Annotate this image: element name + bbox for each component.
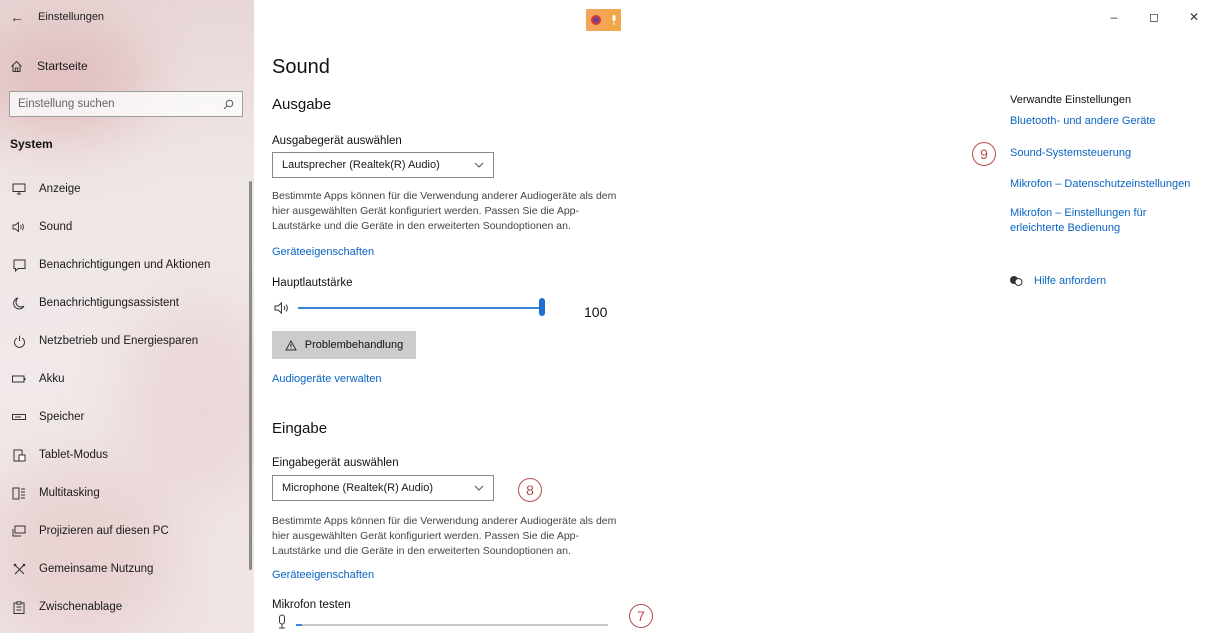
input-device-value: Microphone (Realtek(R) Audio)	[282, 482, 434, 494]
extension-icons	[586, 9, 621, 31]
sidebar-item-label: Sound	[39, 221, 73, 233]
sidebar-home[interactable]: Startseite	[10, 59, 88, 73]
speaker-icon	[11, 219, 27, 235]
sidebar-item-label: Benachrichtigungsassistent	[39, 297, 179, 309]
project-icon	[11, 523, 27, 539]
sidebar-item-netzbetrieb[interactable]: Netzbetrieb und Energiesparen	[0, 322, 254, 360]
storage-icon	[11, 409, 27, 425]
search-icon[interactable]	[223, 99, 234, 110]
sidebar-item-anzeige[interactable]: Anzeige	[0, 170, 254, 208]
sidebar-nav: Anzeige Sound Benachrichtigungen und Akt…	[0, 170, 254, 626]
manage-audio-devices-link[interactable]: Audiogeräte verwalten	[272, 373, 381, 385]
sidebar-item-label: Akku	[39, 373, 65, 385]
annotation-badge-8: 8	[518, 478, 542, 502]
chevron-down-icon	[474, 162, 484, 168]
sidebar-item-benachrichtigungsassistent[interactable]: Benachrichtigungsassistent	[0, 284, 254, 322]
sidebar-item-sound[interactable]: Sound	[0, 208, 254, 246]
input-description: Bestimmte Apps können für die Verwendung…	[272, 515, 617, 557]
sidebar-item-label: Tablet-Modus	[39, 449, 109, 461]
sidebar-item-tablet-modus[interactable]: Tablet-Modus	[0, 436, 254, 474]
minimize-button[interactable]: –	[1094, 0, 1134, 34]
section-heading-eingabe: Eingabe	[272, 420, 328, 437]
sidebar-item-label: Netzbetrieb und Energiesparen	[39, 335, 199, 347]
section-heading-ausgabe: Ausgabe	[272, 96, 332, 113]
sidebar-item-label: Benachrichtigungen und Aktionen	[39, 259, 211, 271]
related-settings-title: Verwandte Einstellungen	[1010, 94, 1132, 106]
output-device-dropdown[interactable]: Lautsprecher (Realtek(R) Audio)	[272, 152, 494, 178]
warning-icon	[284, 339, 297, 350]
sidebar-item-gemeinsame-nutzung[interactable]: Gemeinsame Nutzung	[0, 550, 254, 588]
sidebar-item-zwischenablage[interactable]: Zwischenablage	[0, 588, 254, 626]
section-label-system: System	[10, 137, 53, 151]
output-description: Bestimmte Apps können für die Verwendung…	[272, 190, 617, 232]
sidebar-item-speicher[interactable]: Speicher	[0, 398, 254, 436]
multitasking-icon	[11, 485, 27, 501]
related-link-sound-control-panel[interactable]: Sound-Systemsteuerung	[1010, 146, 1200, 161]
related-link-bluetooth[interactable]: Bluetooth- und andere Geräte	[1010, 114, 1200, 129]
back-arrow-icon[interactable]: ←	[0, 0, 34, 34]
related-link-mic-accessibility[interactable]: Mikrofon – Einstellungen für erleichtert…	[1010, 206, 1200, 236]
input-device-dropdown[interactable]: Microphone (Realtek(R) Audio)	[272, 475, 494, 501]
sidebar-item-benachrichtigungen[interactable]: Benachrichtigungen und Aktionen	[0, 246, 254, 284]
sidebar-item-label: Zwischenablage	[39, 601, 123, 613]
sidebar-item-akku[interactable]: Akku	[0, 360, 254, 398]
annotation-badge-9: 9	[972, 142, 996, 166]
tablet-icon	[11, 447, 27, 463]
sidebar-item-projizieren[interactable]: Projizieren auf diesen PC	[0, 512, 254, 550]
sidebar-item-label: Speicher	[39, 411, 85, 423]
home-icon	[11, 60, 22, 72]
sidebar-item-label: Anzeige	[39, 183, 81, 195]
volume-value: 100	[584, 304, 608, 320]
input-properties-link[interactable]: Geräteeigenschaften	[272, 569, 374, 581]
related-link-mic-privacy[interactable]: Mikrofon – Datenschutzeinstellungen	[1010, 177, 1200, 192]
mic-level-track	[296, 624, 608, 626]
moon-icon	[11, 295, 27, 311]
sidebar-item-label: Projizieren auf diesen PC	[39, 525, 169, 537]
speaker-icon[interactable]	[274, 301, 292, 315]
output-device-label: Ausgabegerät auswählen	[272, 135, 402, 147]
input-device-label: Eingabegerät auswählen	[272, 457, 399, 469]
mic-level-fill	[296, 624, 303, 626]
volume-slider-track[interactable]	[298, 307, 542, 309]
monitor-icon	[11, 181, 27, 197]
get-help-link[interactable]: Hilfe anfordern	[1009, 275, 1106, 287]
get-help-label: Hilfe anfordern	[1034, 275, 1107, 287]
search-box[interactable]	[9, 91, 243, 117]
microphone-icon	[279, 614, 285, 629]
search-input[interactable]	[18, 98, 208, 110]
volume-slider-thumb[interactable]	[539, 298, 545, 316]
sidebar-home-label: Startseite	[37, 59, 88, 73]
title-bar: ← Einstellungen	[0, 0, 254, 34]
power-icon	[11, 333, 27, 349]
share-icon	[11, 561, 27, 577]
page-title: Sound	[272, 56, 330, 78]
sidebar-item-label: Gemeinsame Nutzung	[39, 563, 154, 575]
output-properties-link[interactable]: Geräteeigenschaften	[272, 246, 374, 258]
sidebar: ← Einstellungen Startseite System Anzeig…	[0, 0, 254, 633]
microphone-indicator-icon[interactable]	[606, 9, 621, 31]
troubleshoot-label: Problembehandlung	[304, 339, 404, 351]
battery-icon	[11, 371, 27, 387]
sidebar-item-label: Multitasking	[39, 487, 100, 499]
annotation-badge-7: 7	[629, 604, 653, 628]
mic-test-label: Mikrofon testen	[272, 599, 351, 611]
app-title: Einstellungen	[38, 11, 105, 23]
close-button[interactable]: ✕	[1174, 0, 1214, 34]
help-chat-icon	[1010, 276, 1023, 286]
clipboard-icon	[11, 599, 27, 615]
output-device-value: Lautsprecher (Realtek(R) Audio)	[282, 159, 440, 171]
notification-icon	[11, 257, 27, 273]
sidebar-scrollbar[interactable]	[249, 181, 252, 570]
troubleshoot-button[interactable]: Problembehandlung	[272, 331, 416, 359]
chevron-down-icon	[474, 485, 484, 491]
sidebar-item-multitasking[interactable]: Multitasking	[0, 474, 254, 512]
maximize-button[interactable]: ◻	[1134, 0, 1174, 34]
firefox-icon[interactable]	[586, 9, 606, 31]
master-volume-label: Hauptlautstärke	[272, 277, 353, 289]
window-controls: – ◻ ✕	[1094, 0, 1214, 34]
